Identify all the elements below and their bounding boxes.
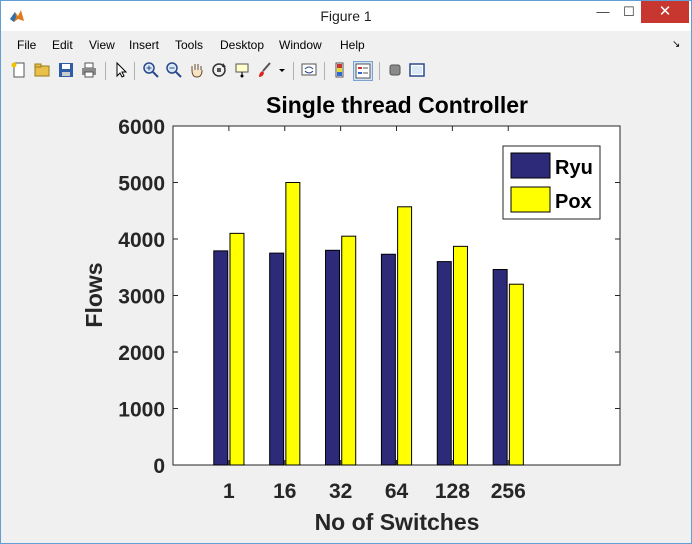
bar-pox	[229, 232, 245, 466]
hide-plot-tools-icon[interactable]	[386, 61, 404, 79]
bar-pox	[452, 245, 468, 466]
menu-window[interactable]: Window	[279, 38, 322, 52]
x-tick-label: 256	[491, 480, 526, 503]
y-tick-label: 0	[153, 455, 165, 478]
legend-label-ryu: Ryu	[555, 157, 593, 179]
toolbar-separator	[105, 62, 106, 80]
x-tick-label: 16	[273, 480, 296, 503]
print-icon[interactable]	[80, 61, 98, 79]
x-tick-label: 64	[385, 480, 409, 503]
legend-icon[interactable]	[353, 61, 373, 81]
menu-help[interactable]: Help	[340, 38, 365, 52]
menu-desktop[interactable]: Desktop	[220, 38, 264, 52]
menu-bar: File Edit View Insert Tools Desktop Wind…	[1, 34, 691, 56]
link-plot-icon[interactable]	[300, 61, 318, 79]
dock-arrow-icon[interactable]: ↘	[672, 39, 680, 50]
rotate-3d-icon[interactable]	[210, 61, 228, 79]
brush-icon[interactable]	[256, 61, 274, 79]
edit-plot-arrow-icon[interactable]	[112, 61, 130, 79]
bar-ryu	[325, 249, 341, 466]
toolbar-separator	[293, 62, 294, 80]
figure-toolbar	[1, 58, 691, 84]
y-tick-label: 1000	[118, 399, 165, 422]
save-icon[interactable]	[57, 61, 75, 79]
colorbar-icon[interactable]	[331, 61, 349, 79]
x-tick-label: 128	[435, 480, 470, 503]
legend-swatch-pox	[510, 186, 551, 213]
y-tick-label: 4000	[118, 229, 165, 252]
bar-pox	[397, 206, 413, 466]
menu-insert[interactable]: Insert	[129, 38, 159, 52]
y-tick-label: 3000	[118, 286, 165, 309]
bar-ryu	[213, 250, 229, 466]
figure-window: Figure 1 — ☐ ✕ File Edit View Insert Too…	[0, 0, 692, 544]
legend-swatch-ryu	[510, 152, 551, 179]
toolbar-separator	[134, 62, 135, 80]
x-axis-label: No of Switches	[315, 509, 480, 535]
bar-ryu	[492, 269, 508, 466]
bar-ryu	[436, 261, 452, 466]
title-bar: Figure 1 — ☐ ✕	[1, 1, 691, 31]
menu-edit[interactable]: Edit	[52, 38, 73, 52]
toolbar-separator	[379, 62, 380, 80]
y-tick-label: 5000	[118, 173, 165, 196]
open-file-icon[interactable]	[33, 61, 51, 79]
menu-tools[interactable]: Tools	[175, 38, 203, 52]
zoom-out-icon[interactable]	[165, 61, 183, 79]
x-tick-label: 32	[329, 480, 352, 503]
chart-title: Single thread Controller	[266, 92, 528, 118]
maximize-button[interactable]: ☐	[614, 1, 644, 23]
menu-view[interactable]: View	[89, 38, 115, 52]
bar-ryu	[380, 253, 396, 466]
close-button[interactable]: ✕	[641, 1, 689, 23]
y-tick-label: 2000	[118, 342, 165, 365]
x-tick-label: 1	[223, 480, 235, 503]
menu-file[interactable]: File	[17, 38, 36, 52]
bar-pox	[285, 182, 301, 466]
bar-pox	[341, 235, 357, 466]
pan-hand-icon[interactable]	[188, 61, 206, 79]
zoom-in-icon[interactable]	[142, 61, 160, 79]
legend-label-pox: Pox	[555, 191, 592, 213]
bar-pox	[508, 283, 524, 466]
bar-ryu	[269, 252, 285, 466]
figure-canvas: Single thread Controller 0 1000 2000 3000 40…	[81, 92, 621, 535]
show-plot-tools-icon[interactable]	[408, 61, 426, 79]
y-axis-label: Flows	[81, 262, 107, 327]
data-cursor-icon[interactable]	[233, 61, 251, 79]
brush-dropdown-icon[interactable]	[277, 61, 287, 79]
y-tick-label: 6000	[118, 116, 165, 139]
legend[interactable]: Ryu Pox	[502, 145, 601, 220]
toolbar-separator	[324, 62, 325, 80]
new-figure-icon[interactable]	[10, 61, 28, 79]
